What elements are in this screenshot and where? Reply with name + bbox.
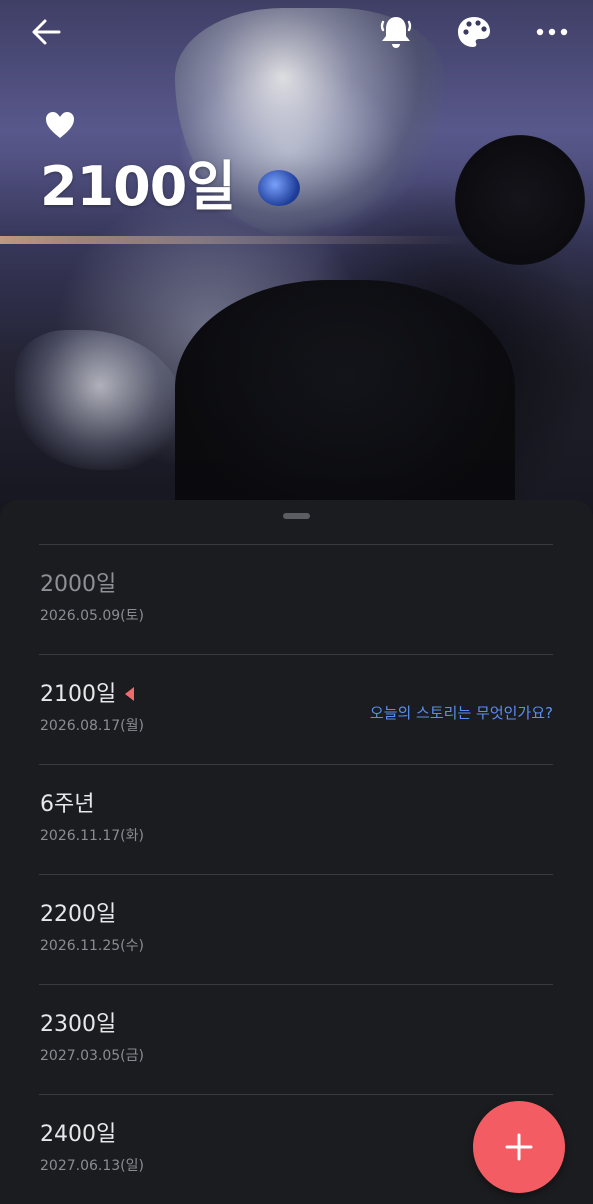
item-title: 2000일 <box>40 572 117 597</box>
drag-handle[interactable] <box>283 513 310 519</box>
item-date: 2026.11.25(수) <box>40 938 144 954</box>
list-item[interactable]: 2300일 2027.03.05(금) <box>0 984 593 1094</box>
item-date: 2027.03.05(금) <box>40 1048 144 1064</box>
plus-icon <box>505 1133 533 1161</box>
list-item-current[interactable]: 2100일 2026.08.17(월) 오늘의 스토리는 무엇인가요? <box>0 654 593 764</box>
page-title: 2100일 <box>40 155 236 218</box>
add-button[interactable] <box>473 1101 565 1193</box>
anniversary-sheet[interactable]: 2000일 2026.05.09(토) 2100일 2026.08.17(월) … <box>0 500 593 1199</box>
cover-photo <box>0 0 593 520</box>
item-title: 2100일 <box>40 682 117 707</box>
item-title: 2300일 <box>40 1012 117 1037</box>
cover-overlay <box>0 0 593 520</box>
more-icon[interactable] <box>530 14 574 50</box>
heart-icon <box>44 110 76 140</box>
story-prompt-link[interactable]: 오늘의 스토리는 무엇인가요? <box>370 702 553 723</box>
palette-icon[interactable] <box>452 12 496 52</box>
item-date: 2027.06.13(일) <box>40 1158 144 1174</box>
list-item[interactable]: 6주년 2026.11.17(화) <box>0 764 593 874</box>
item-date: 2026.05.09(토) <box>40 608 144 624</box>
item-date: 2026.11.17(화) <box>40 828 144 844</box>
item-date: 2026.08.17(월) <box>40 718 144 734</box>
current-marker-icon <box>125 687 134 701</box>
item-title: 6주년 <box>40 792 95 817</box>
back-arrow-icon[interactable] <box>24 14 68 50</box>
item-title: 2400일 <box>40 1122 117 1147</box>
bell-icon[interactable] <box>374 10 418 54</box>
list-item[interactable]: 2200일 2026.11.25(수) <box>0 874 593 984</box>
item-title: 2200일 <box>40 902 117 927</box>
list-item[interactable]: 2000일 2026.05.09(토) <box>0 544 593 654</box>
